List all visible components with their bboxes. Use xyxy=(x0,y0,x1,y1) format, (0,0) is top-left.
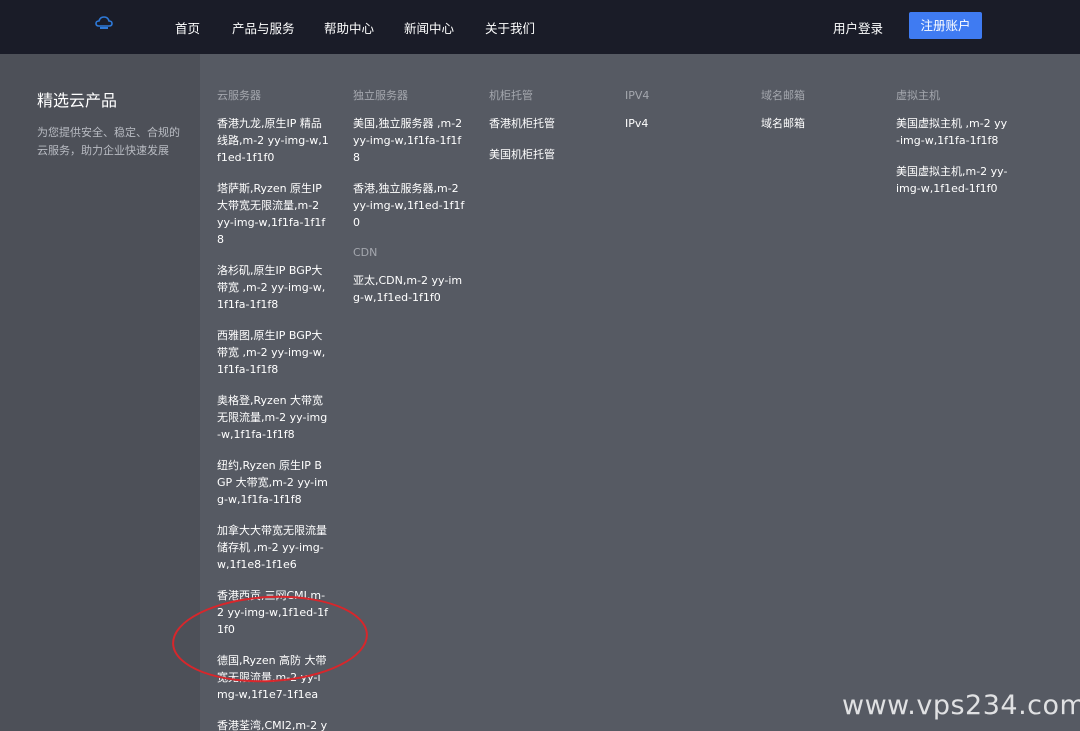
menu-column: 虚拟主机美国虚拟主机 ,m-2 yy-img-w,1f1fa-1f1f8 美国虚拟… xyxy=(896,88,1008,211)
menu-item[interactable]: 美国机柜托管 xyxy=(489,146,601,163)
menu-column: 独立服务器美国,独立服务器 ,m-2 yy-img-w,1f1fa-1f1f8 香… xyxy=(353,88,465,320)
menu-item[interactable]: 香港西贡,三网CMI,m-2 yy-img-w,1f1ed-1f1f0 xyxy=(217,587,329,638)
nav-home[interactable]: 首页 xyxy=(175,18,200,37)
panel-description: 为您提供安全、稳定、合规的云服务，助力企业快速发展 xyxy=(37,126,180,157)
menu-column-heading: 独立服务器 xyxy=(353,89,408,102)
panel-title: 精选云产品 xyxy=(37,91,118,110)
watermark: www.vps234.com xyxy=(842,690,1080,721)
menu-column: 域名邮箱 域名邮箱 xyxy=(761,88,873,146)
menu-column-heading: 域名邮箱 xyxy=(761,89,805,102)
nav-help-center[interactable]: 帮助中心 xyxy=(324,18,374,37)
menu-item[interactable]: 香港,独立服务器,m-2 yy-img-w,1f1ed-1f1f0 xyxy=(353,180,465,231)
menu-column: 机柜托管香港机柜托管 美国机柜托管 xyxy=(489,88,601,177)
menu-item[interactable]: 加拿大大带宽无限流量储存机 ,m-2 yy-img-w,1f1e8-1f1e6 xyxy=(217,522,329,573)
featured-products-panel: 精选云产品 为您提供安全、稳定、合规的云服务，助力企业快速发展 xyxy=(0,54,200,731)
menu-column-heading: 云服务器 xyxy=(217,89,261,102)
menu-item[interactable]: 纽约,Ryzen 原生IP BGP 大带宽,m-2 yy-img-w,1f1fa… xyxy=(217,457,329,508)
menu-item[interactable]: 德国,Ryzen 高防 大带宽无限流量,m-2 yy-img-w,1f1e7-1… xyxy=(217,652,329,703)
menu-item[interactable]: 西雅图,原生IP BGP大带宽 ,m-2 yy-img-w,1f1fa-1f1f… xyxy=(217,327,329,378)
menu-item[interactable]: 美国,独立服务器 ,m-2 yy-img-w,1f1fa-1f1f8 xyxy=(353,115,465,166)
menu-item[interactable]: 塔萨斯,Ryzen 原生IP 大带宽无限流量,m-2 yy-img-w,1f1f… xyxy=(217,180,329,248)
menu-column-heading: 机柜托管 xyxy=(489,89,533,102)
nav-products-services[interactable]: 产品与服务 xyxy=(232,18,295,37)
menu-item[interactable]: 香港机柜托管 xyxy=(489,115,601,132)
top-navigation-bar: 首页 产品与服务 帮助中心 新闻中心 关于我们 用户登录 注册账户 xyxy=(0,0,1080,54)
menu-column-heading: 虚拟主机 xyxy=(896,89,940,102)
menu-item[interactable]: 美国虚拟主机 ,m-2 yy-img-w,1f1fa-1f1f8 xyxy=(896,115,1008,149)
menu-column-heading: IPV4 xyxy=(625,89,650,102)
login-link[interactable]: 用户登录 xyxy=(833,18,883,37)
menu-column-heading: CDN xyxy=(353,246,378,259)
menu-item[interactable]: 香港九龙,原生IP 精品线路,m-2 yy-img-w,1f1ed-1f1f0 xyxy=(217,115,329,166)
menu-column: 云服务器香港九龙,原生IP 精品线路,m-2 yy-img-w,1f1ed-1f… xyxy=(217,88,329,731)
menu-item[interactable]: 美国虚拟主机,m-2 yy-img-w,1f1ed-1f1f0 xyxy=(896,163,1008,197)
menu-item[interactable]: 奥格登,Ryzen 大带宽无限流量,m-2 yy-img-w,1f1fa-1f1… xyxy=(217,392,329,443)
menu-item[interactable]: 域名邮箱 xyxy=(761,115,873,132)
menu-item[interactable]: 洛杉矶,原生IP BGP大带宽 ,m-2 yy-img-w,1f1fa-1f1f… xyxy=(217,262,329,313)
menu-column: IPV4 IPv4 xyxy=(625,88,737,146)
nav-about-us[interactable]: 关于我们 xyxy=(485,18,535,37)
menu-item[interactable]: 香港荃湾,CMI2,m-2 yy-img-w,1f1ed-1f1f0 xyxy=(217,717,329,731)
menu-item[interactable]: 亚太,CDN,m-2 yy-img-w,1f1ed-1f1f0 xyxy=(353,272,465,306)
nav-news-center[interactable]: 新闻中心 xyxy=(404,18,454,37)
register-button[interactable]: 注册账户 xyxy=(909,12,982,39)
menu-item[interactable]: IPv4 xyxy=(625,115,737,132)
